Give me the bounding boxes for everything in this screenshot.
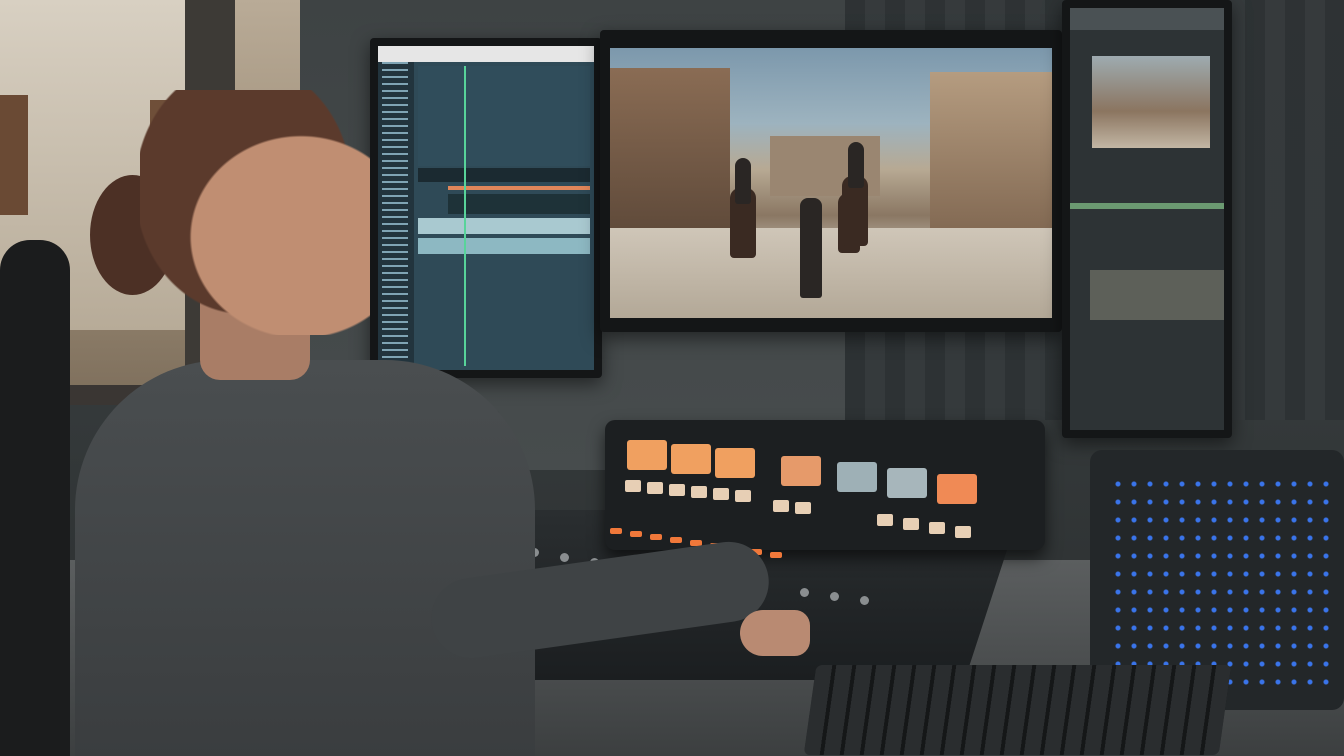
rotary-knob[interactable] xyxy=(560,553,569,562)
playhead xyxy=(464,66,466,366)
building-left xyxy=(610,68,730,233)
display-window xyxy=(715,448,755,478)
console-key[interactable] xyxy=(691,486,707,498)
cobblestone-street xyxy=(610,228,1052,318)
display-window xyxy=(887,468,927,498)
display-window xyxy=(781,456,821,486)
timeline-track xyxy=(448,186,590,190)
walking-figure xyxy=(800,198,822,298)
rotary-knob[interactable] xyxy=(800,588,809,597)
display-window xyxy=(937,474,977,504)
console-key[interactable] xyxy=(955,526,971,538)
timeline-track xyxy=(448,194,590,214)
building-right xyxy=(930,72,1052,242)
keyboard[interactable] xyxy=(803,665,1232,755)
channel-led xyxy=(610,528,622,534)
console-key[interactable] xyxy=(773,500,789,512)
rotary-knob[interactable] xyxy=(830,592,839,601)
rider xyxy=(848,142,864,188)
console-key[interactable] xyxy=(877,514,893,526)
console-key[interactable] xyxy=(713,488,729,500)
console-key[interactable] xyxy=(735,490,751,502)
console-key[interactable] xyxy=(625,480,641,492)
right-monitor-screen xyxy=(1070,8,1224,430)
display-window xyxy=(837,462,877,492)
channel-led xyxy=(770,552,782,558)
editing-suite-photo xyxy=(0,0,1344,756)
audio-track xyxy=(418,218,590,234)
media-bin-list xyxy=(378,62,414,370)
channel-led xyxy=(650,534,662,540)
panel-header xyxy=(1070,8,1224,30)
person-head xyxy=(140,90,370,335)
app-toolbar xyxy=(378,46,594,62)
scope-panel xyxy=(1090,270,1224,320)
channel-led xyxy=(670,537,682,543)
rider xyxy=(735,158,751,204)
display-window xyxy=(671,444,711,474)
person-hand xyxy=(740,610,810,656)
office-chair xyxy=(0,240,70,756)
rotary-knob[interactable] xyxy=(860,596,869,605)
audio-track xyxy=(418,238,590,254)
timeline-toolbar xyxy=(418,168,590,182)
film-frame xyxy=(610,48,1052,318)
right-monitor xyxy=(1062,0,1232,438)
console-key[interactable] xyxy=(795,502,811,514)
preview-thumbnail xyxy=(1092,56,1210,148)
console-key[interactable] xyxy=(647,482,663,494)
console-key[interactable] xyxy=(669,484,685,496)
main-monitor xyxy=(600,30,1062,332)
outside-window-shutter xyxy=(0,95,28,215)
source-viewer xyxy=(418,66,590,166)
left-monitor xyxy=(370,38,602,378)
channel-led xyxy=(630,531,642,537)
control-surface-buttons[interactable] xyxy=(1110,475,1335,695)
editing-software-screen xyxy=(378,46,594,370)
person-sweater xyxy=(75,360,535,756)
display-window xyxy=(627,440,667,470)
timeline-strip xyxy=(1070,203,1224,209)
